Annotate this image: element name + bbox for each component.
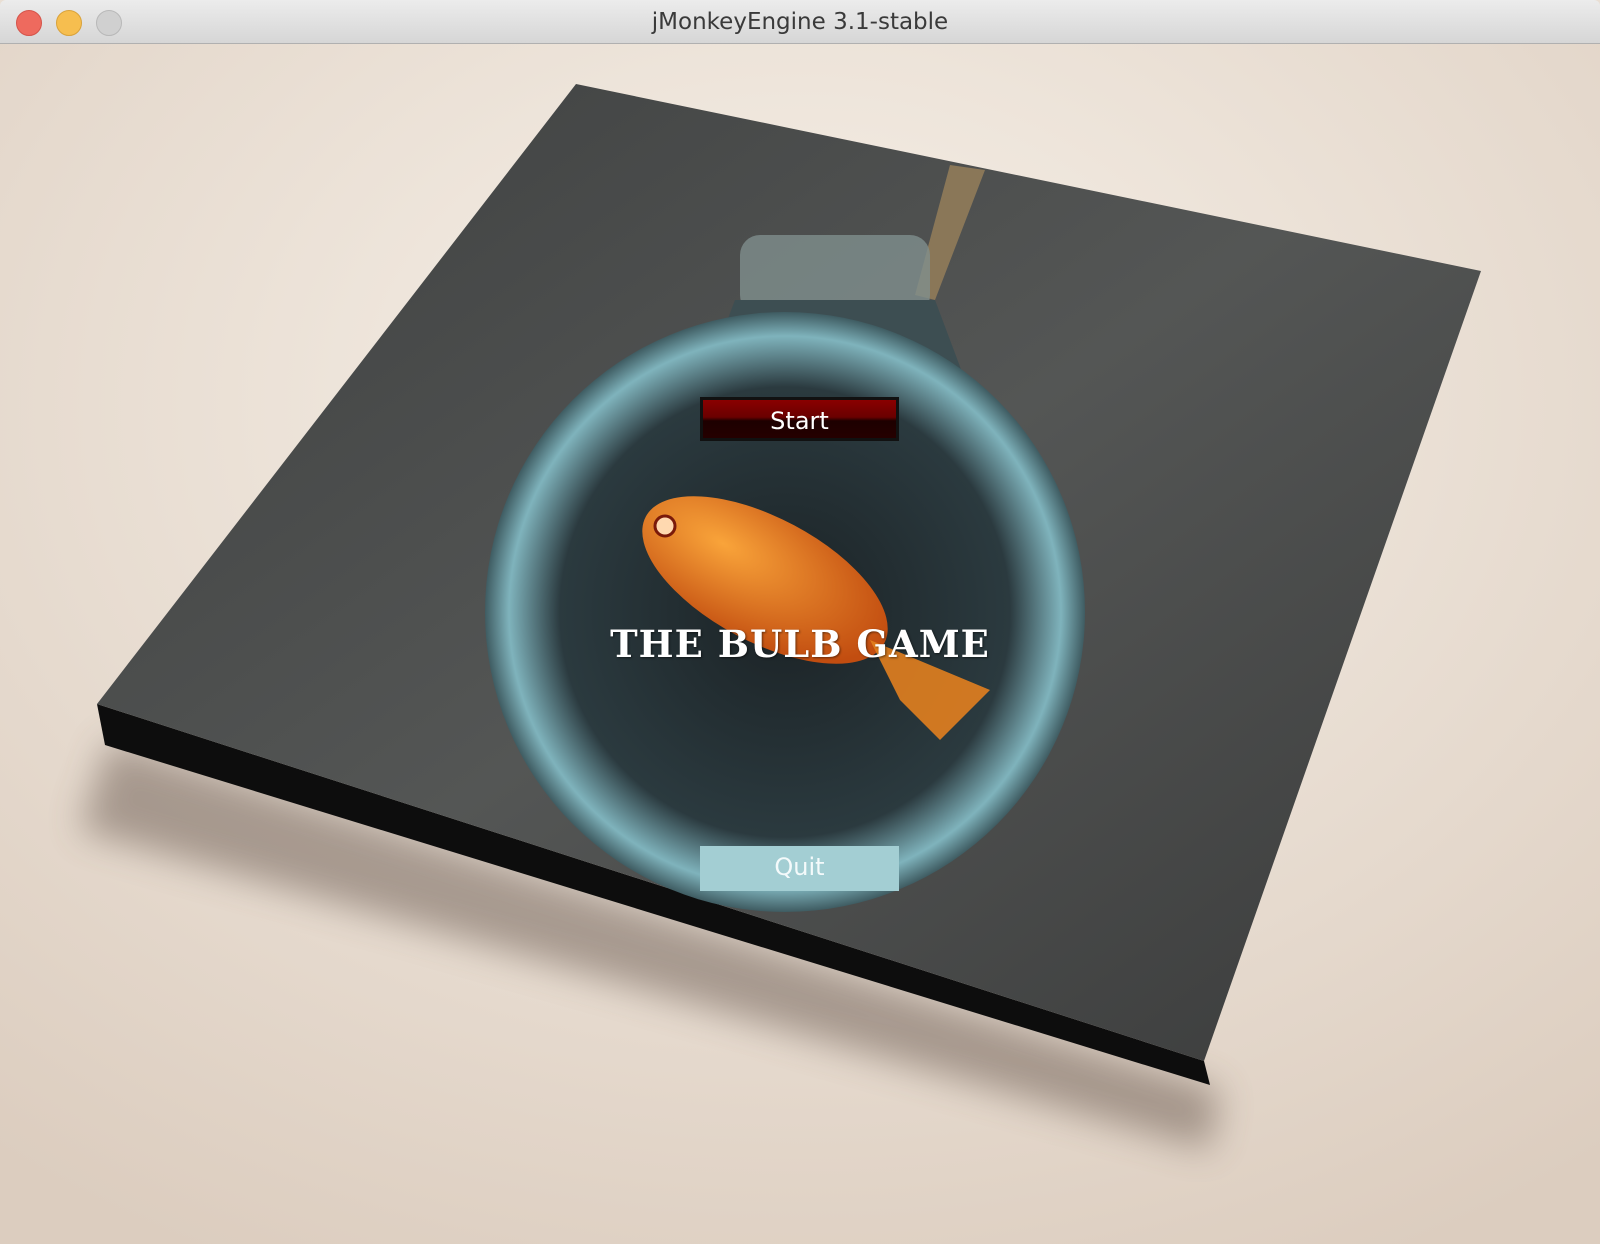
start-button[interactable]: Start bbox=[700, 397, 899, 441]
goldfish-eye bbox=[653, 514, 677, 538]
window-titlebar: jMonkeyEngine 3.1-stable bbox=[0, 0, 1600, 44]
window-title: jMonkeyEngine 3.1-stable bbox=[651, 9, 949, 35]
game-title: THE BULB GAME bbox=[610, 622, 990, 666]
quit-button[interactable]: Quit bbox=[700, 846, 899, 891]
